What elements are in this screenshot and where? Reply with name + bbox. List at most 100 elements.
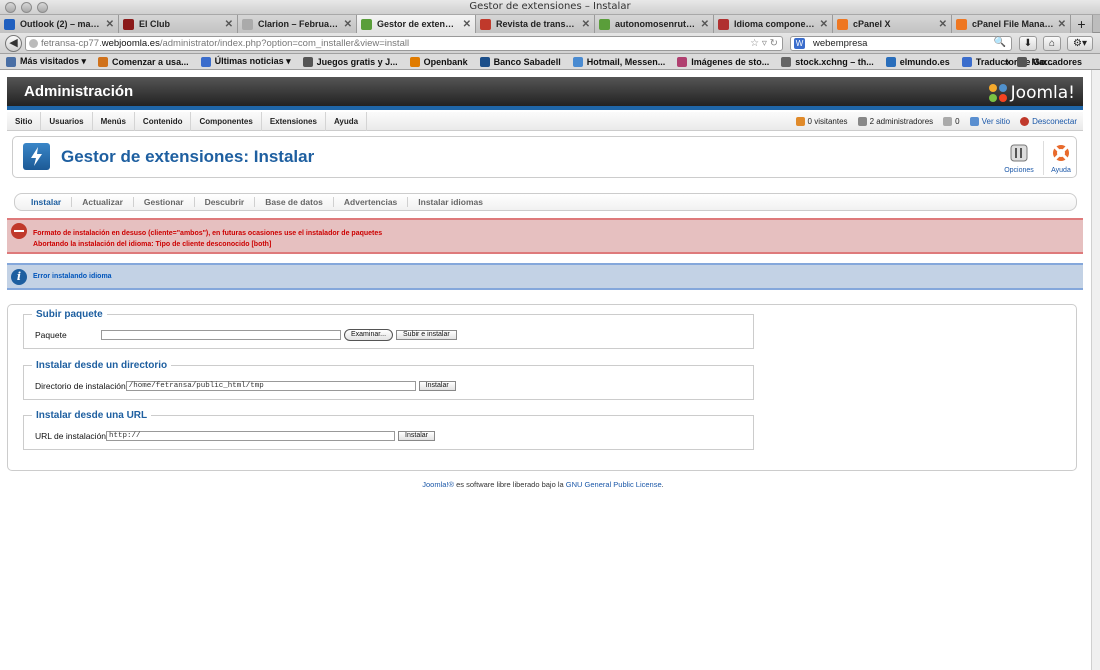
home-icon[interactable]: ⌂ bbox=[1043, 36, 1061, 51]
close-tab-icon[interactable]: ✕ bbox=[701, 19, 709, 30]
url-label: URL de instalación bbox=[35, 431, 107, 441]
url-input[interactable]: http:// bbox=[106, 431, 396, 441]
installer-submenu: Instalar Actualizar Gestionar Descubrir Base… bbox=[14, 193, 1077, 211]
bookmark-item[interactable]: stock.xchng – th... bbox=[781, 56, 874, 67]
close-tab-icon[interactable]: ✕ bbox=[820, 19, 828, 30]
directory-install-button[interactable]: Instalar bbox=[418, 381, 456, 391]
bookmark-item[interactable]: Comenzar a usa... bbox=[98, 56, 189, 67]
bookmark-label: elmundo.es bbox=[899, 56, 950, 67]
bookmark-item[interactable]: Imágenes de sto... bbox=[677, 56, 769, 67]
new-tab-button[interactable]: + bbox=[1071, 15, 1093, 33]
bookmark-item[interactable]: Más visitados ▾ bbox=[6, 56, 86, 67]
bookmark-favicon-icon bbox=[572, 56, 583, 67]
close-tab-icon[interactable]: ✕ bbox=[106, 19, 114, 30]
browser-tab[interactable]: Outlook (2) – maqu... ✕ bbox=[0, 15, 119, 33]
menu-item[interactable]: Extensiones bbox=[262, 111, 326, 131]
browser-tab[interactable]: Clarion – February ... ✕ bbox=[238, 15, 357, 33]
download-icon[interactable]: ⬇ bbox=[1019, 36, 1037, 51]
directory-input[interactable]: /home/fetransa/public_html/tmp bbox=[125, 381, 416, 391]
search-input[interactable]: W webempresa 🔍 bbox=[790, 36, 1012, 51]
bookmark-label: Banco Sabadell bbox=[493, 56, 561, 67]
close-tab-icon[interactable]: ✕ bbox=[463, 19, 471, 30]
bookmark-favicon-icon bbox=[677, 56, 688, 67]
bookmark-item[interactable]: Últimas noticias ▾ bbox=[200, 56, 291, 67]
installer-form: Subir paquete Paquete Examinar... Subir … bbox=[7, 304, 1077, 471]
error-icon bbox=[11, 223, 27, 239]
window-title: Gestor de extensiones – Instalar bbox=[469, 1, 631, 12]
messages-status[interactable]: 0 bbox=[943, 117, 960, 126]
menu-item[interactable]: Usuarios bbox=[41, 111, 93, 131]
page-title: Gestor de extensiones: Instalar bbox=[61, 147, 315, 166]
tab-label: Idioma componente... bbox=[734, 19, 816, 29]
back-button[interactable]: ◀ bbox=[5, 35, 22, 52]
error-line-1: Formato de instalación en desuso (client… bbox=[33, 230, 383, 237]
url-prefix: fetransa-cp77. bbox=[41, 38, 102, 49]
bookmark-favicon-icon bbox=[98, 56, 109, 67]
bookmark-label: Juegos gratis y J... bbox=[316, 56, 398, 67]
browser-tab[interactable]: Revista de transpor... ✕ bbox=[476, 15, 595, 33]
url-bar[interactable]: fetransa-cp77.webjoomla.es/administrator… bbox=[25, 36, 783, 51]
browser-tab[interactable]: El Club ✕ bbox=[119, 15, 238, 33]
vertical-scrollbar[interactable] bbox=[1091, 70, 1100, 670]
bookmark-item[interactable]: elmundo.es bbox=[885, 56, 950, 67]
browser-tab[interactable]: Gestor de extension... ✕ bbox=[357, 15, 476, 33]
browser-tab[interactable]: Idioma componente... ✕ bbox=[714, 15, 833, 33]
bookmark-item[interactable]: Banco Sabadell bbox=[479, 56, 561, 67]
browser-tab[interactable]: cPanel X ✕ bbox=[833, 15, 952, 33]
tools-menu-icon[interactable]: ⚙▾ bbox=[1067, 36, 1093, 51]
bookmark-item[interactable]: Hotmail, Messen... bbox=[572, 56, 665, 67]
monitor-icon bbox=[969, 117, 979, 126]
logout-link[interactable]: Desconectar bbox=[1020, 117, 1077, 126]
close-tab-icon[interactable]: ✕ bbox=[344, 19, 352, 30]
submenu-tab[interactable]: Descubrir bbox=[195, 197, 256, 207]
submenu-tab[interactable]: Actualizar bbox=[72, 197, 134, 207]
bookmarks-menu[interactable]: » Marcadores bbox=[1004, 56, 1082, 67]
bookmark-favicon-icon bbox=[6, 56, 16, 67]
admin-header: Administración Joomla! bbox=[7, 77, 1083, 110]
submenu-tab[interactable]: Advertencias bbox=[334, 197, 409, 207]
close-tab-icon[interactable]: ✕ bbox=[225, 19, 233, 30]
menu-item[interactable]: Componentes bbox=[191, 111, 262, 131]
submenu-tab[interactable]: Gestionar bbox=[134, 197, 195, 207]
status-area: 0 visitantes 2 administradores 0 Ver sit… bbox=[786, 112, 1077, 131]
browser-tab[interactable]: cPanel File Manager... ✕ bbox=[952, 15, 1071, 33]
upload-install-button[interactable]: Subir e instalar bbox=[396, 330, 457, 340]
menu-item[interactable]: Sitio bbox=[7, 111, 42, 131]
outlook-icon bbox=[4, 18, 15, 30]
bookmark-item[interactable]: Openbank bbox=[409, 56, 468, 67]
joomla-logo: Joomla! bbox=[987, 82, 1075, 104]
bookmark-favicon-icon bbox=[961, 56, 972, 67]
notice-text: Error instalando idioma bbox=[33, 273, 112, 280]
bookmark-item[interactable]: Juegos gratis y J... bbox=[302, 56, 398, 67]
close-tab-icon[interactable]: ✕ bbox=[939, 19, 947, 30]
menu-item[interactable]: Ayuda bbox=[326, 111, 368, 131]
submenu-tab[interactable]: Base de datos bbox=[255, 197, 334, 207]
package-file-input[interactable] bbox=[101, 330, 341, 340]
help-button[interactable]: Ayuda bbox=[1043, 142, 1079, 176]
submenu-tab[interactable]: Instalar idiomas bbox=[408, 197, 493, 207]
search-value: webempresa bbox=[813, 38, 868, 49]
close-tab-icon[interactable]: ✕ bbox=[582, 19, 590, 30]
browser-tab[interactable]: autonomosenruta.c... ✕ bbox=[595, 15, 714, 33]
bookmark-favicon-icon bbox=[200, 56, 211, 67]
menu-item[interactable]: Contenido bbox=[135, 111, 192, 131]
menu-item[interactable]: Menús bbox=[93, 111, 135, 131]
browse-button[interactable]: Examinar... bbox=[344, 329, 394, 341]
url-install-button[interactable]: Instalar bbox=[398, 431, 435, 441]
joomla-link[interactable]: Joomla!® bbox=[422, 480, 454, 489]
close-tab-icon[interactable]: ✕ bbox=[1058, 19, 1066, 30]
tab-label: Outlook (2) – maqu... bbox=[20, 19, 102, 29]
help-lifebuoy-icon bbox=[1053, 145, 1069, 161]
submenu-tab[interactable]: Instalar bbox=[21, 197, 73, 207]
tab-label: Gestor de extension... bbox=[377, 19, 459, 29]
notice-message: i Error instalando idioma bbox=[7, 263, 1083, 290]
search-engine-icon[interactable]: W bbox=[794, 38, 805, 49]
license-link[interactable]: GNU General Public License bbox=[566, 480, 662, 489]
bookmark-star-icon[interactable]: ☆ ▿ ↻ bbox=[750, 37, 778, 50]
search-icon[interactable]: 🔍 bbox=[994, 36, 1006, 49]
options-button[interactable]: Opciones bbox=[1001, 142, 1037, 176]
url-path: /administrator/index.php?option=com_inst… bbox=[159, 38, 410, 49]
page-icon bbox=[242, 18, 253, 30]
admins-status: 2 administradores bbox=[857, 117, 933, 126]
view-site-link[interactable]: Ver sitio bbox=[969, 117, 1010, 126]
